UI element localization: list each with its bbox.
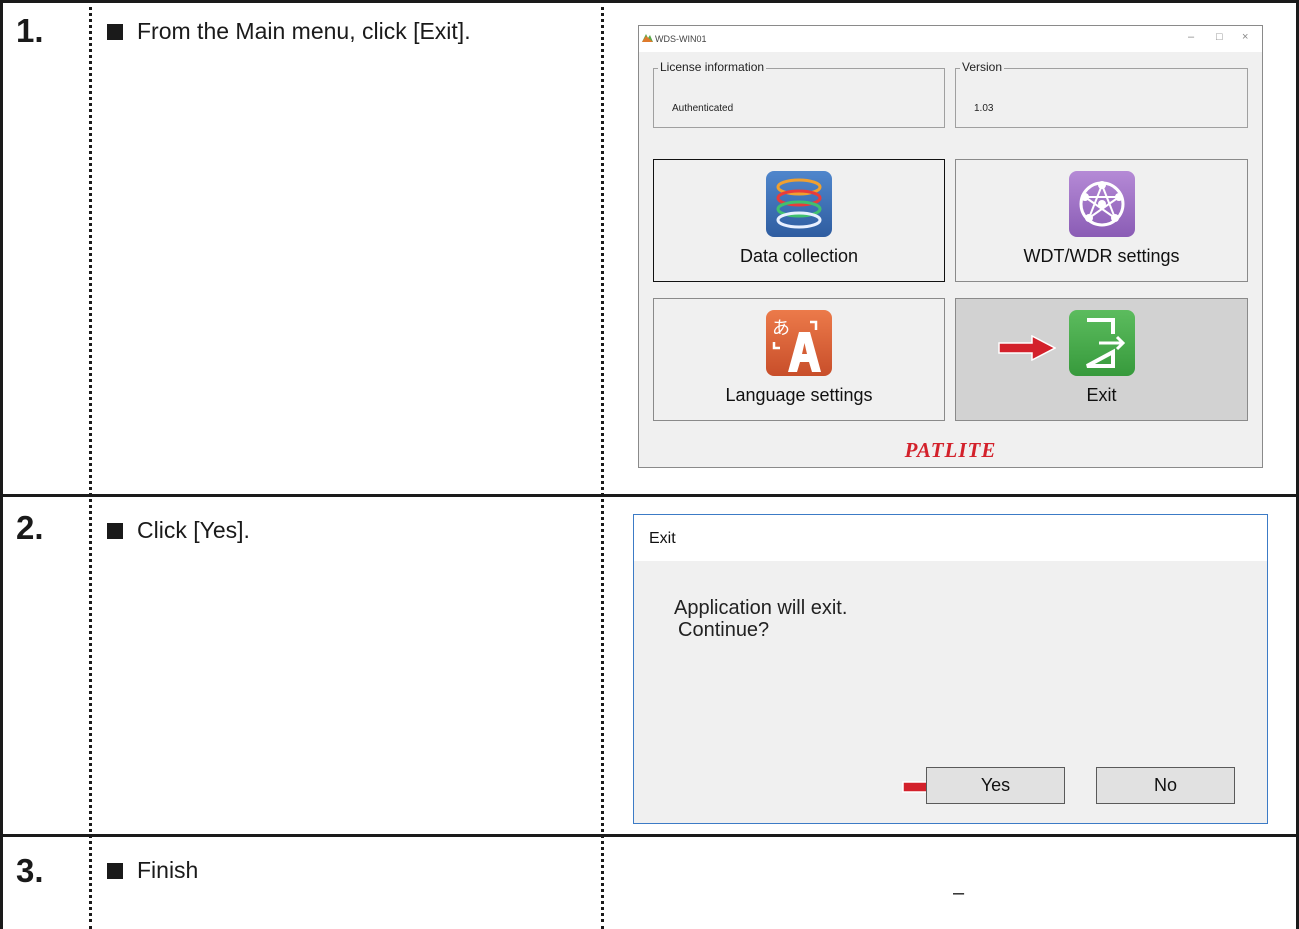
dialog-titlebar: Exit (634, 515, 1267, 561)
tile-label: WDT/WDR settings (1023, 246, 1180, 266)
exit-dialog: Exit Application will exit. Continue? Ye… (633, 514, 1268, 824)
svg-text:あ: あ (772, 318, 790, 339)
group-label: License information (658, 60, 767, 74)
dialog-message-line: Continue? (678, 619, 770, 641)
table-left-border (0, 0, 3, 929)
app-icon (642, 34, 653, 42)
maximize-button[interactable]: □ (1216, 31, 1223, 43)
square-bullet-icon (107, 23, 123, 40)
square-bullet-icon (107, 862, 123, 879)
dialog-message: Application will exit. Continue? (674, 597, 847, 641)
language-settings-tile[interactable]: あ Language settings (653, 298, 945, 421)
tile-label: Exit (1086, 385, 1117, 405)
patlite-logo: PATLITE (904, 438, 997, 462)
version-group: Version 1.03 (955, 60, 1248, 128)
no-screen-placeholder: – (953, 882, 965, 904)
square-bullet-icon (107, 522, 123, 539)
column-divider-dotted (89, 0, 92, 929)
wdt-wdr-settings-tile[interactable]: WDT/WDR settings (955, 159, 1248, 282)
window-titlebar: WDS-WIN01 – □ × (639, 26, 1262, 52)
data-collection-icon (766, 171, 832, 237)
close-button[interactable]: × (1242, 31, 1248, 43)
exit-tile[interactable]: Exit (955, 298, 1248, 421)
language-icon: あ (766, 310, 832, 376)
license-status: Authenticated (672, 103, 734, 114)
column-divider-dotted (601, 0, 604, 929)
dialog-title: Exit (649, 530, 676, 547)
yes-button[interactable]: Yes (926, 767, 1065, 804)
group-label: Version (960, 60, 1005, 74)
tile-label: Language settings (725, 385, 873, 405)
row-divider (0, 494, 1299, 497)
window-title: WDS-WIN01 (655, 34, 707, 44)
main-menu-window: WDS-WIN01 – □ × License information Auth… (638, 25, 1263, 468)
step-instruction: Finish (107, 857, 198, 884)
data-collection-tile[interactable]: Data collection (653, 159, 945, 282)
instruction-text: Finish (137, 857, 199, 883)
minimize-button[interactable]: – (1188, 31, 1194, 43)
row-divider (0, 834, 1299, 837)
step-instruction: From the Main menu, click [Exit]. (107, 18, 471, 45)
exit-door-icon (1068, 310, 1135, 376)
dialog-message-line: Application will exit. (674, 597, 848, 619)
step-number: 1. (16, 12, 44, 49)
no-button[interactable]: No (1096, 767, 1235, 804)
step-number: 3. (16, 852, 44, 889)
table-top-border (0, 0, 1299, 3)
license-info-group: License information Authenticated (653, 60, 945, 128)
pointer-arrow-icon (998, 335, 1056, 361)
network-icon (1068, 171, 1135, 237)
instruction-text: Click [Yes]. (137, 517, 250, 543)
tile-label: Data collection (739, 246, 859, 266)
instruction-text: From the Main menu, click [Exit]. (137, 18, 471, 44)
version-value: 1.03 (974, 103, 994, 114)
step-instruction: Click [Yes]. (107, 517, 250, 544)
step-number: 2. (16, 509, 44, 546)
